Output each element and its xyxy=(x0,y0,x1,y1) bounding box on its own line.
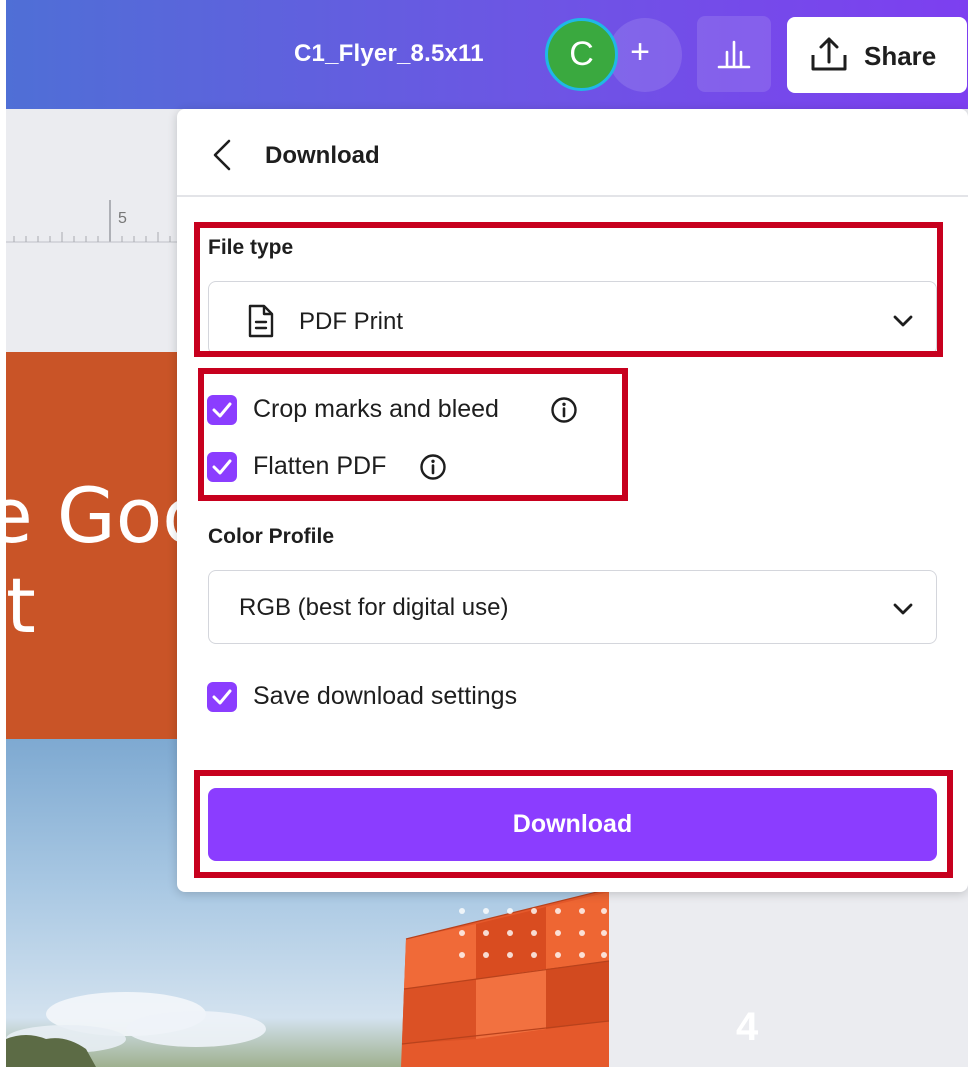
headline-line-1: e Goo xyxy=(0,478,196,560)
color-profile-label: Color Profile xyxy=(208,525,335,548)
download-panel: Download xyxy=(177,109,968,892)
file-type-label: File type xyxy=(208,236,294,259)
info-icon[interactable] xyxy=(550,396,578,424)
flatten-pdf-label[interactable]: Flatten PDF xyxy=(253,452,386,481)
upload-icon xyxy=(811,37,847,71)
download-button[interactable]: Download xyxy=(208,788,937,861)
ruler xyxy=(6,198,184,250)
check-icon xyxy=(212,689,232,705)
panel-title: Download xyxy=(265,142,380,169)
user-avatar[interactable]: C xyxy=(545,18,618,91)
color-profile-value: RGB (best for digital use) xyxy=(239,594,509,621)
file-type-value: PDF Print xyxy=(299,308,404,335)
headline-line-2: t xyxy=(6,561,36,650)
bar-chart-icon xyxy=(717,40,751,69)
save-settings-label[interactable]: Save download settings xyxy=(253,682,517,711)
color-profile-select[interactable]: RGB (best for digital use) xyxy=(208,570,937,644)
crop-marks-label[interactable]: Crop marks and bleed xyxy=(253,395,499,424)
document-icon xyxy=(248,304,274,338)
flyer-headline[interactable]: e Goo t xyxy=(0,478,196,658)
share-label: Share xyxy=(864,41,937,71)
panel-header: Download xyxy=(177,109,968,197)
check-icon xyxy=(212,402,232,418)
share-button[interactable]: Share xyxy=(787,17,967,93)
info-icon[interactable] xyxy=(419,453,447,481)
plus-icon[interactable]: + xyxy=(626,32,654,72)
chevron-left-icon[interactable] xyxy=(207,137,239,173)
insights-button[interactable] xyxy=(697,16,771,92)
chevron-down-icon xyxy=(893,315,913,327)
chevron-down-icon xyxy=(893,603,913,615)
flatten-pdf-checkbox[interactable] xyxy=(207,452,237,482)
check-icon xyxy=(212,459,232,475)
ruler-label: 5 xyxy=(118,210,127,227)
save-settings-checkbox[interactable] xyxy=(207,682,237,712)
document-title[interactable]: C1_Flyer_8.5x11 xyxy=(294,40,484,68)
page-number: 4 xyxy=(736,1005,759,1049)
file-type-select[interactable]: PDF Print xyxy=(208,281,937,355)
crop-marks-checkbox[interactable] xyxy=(207,395,237,425)
